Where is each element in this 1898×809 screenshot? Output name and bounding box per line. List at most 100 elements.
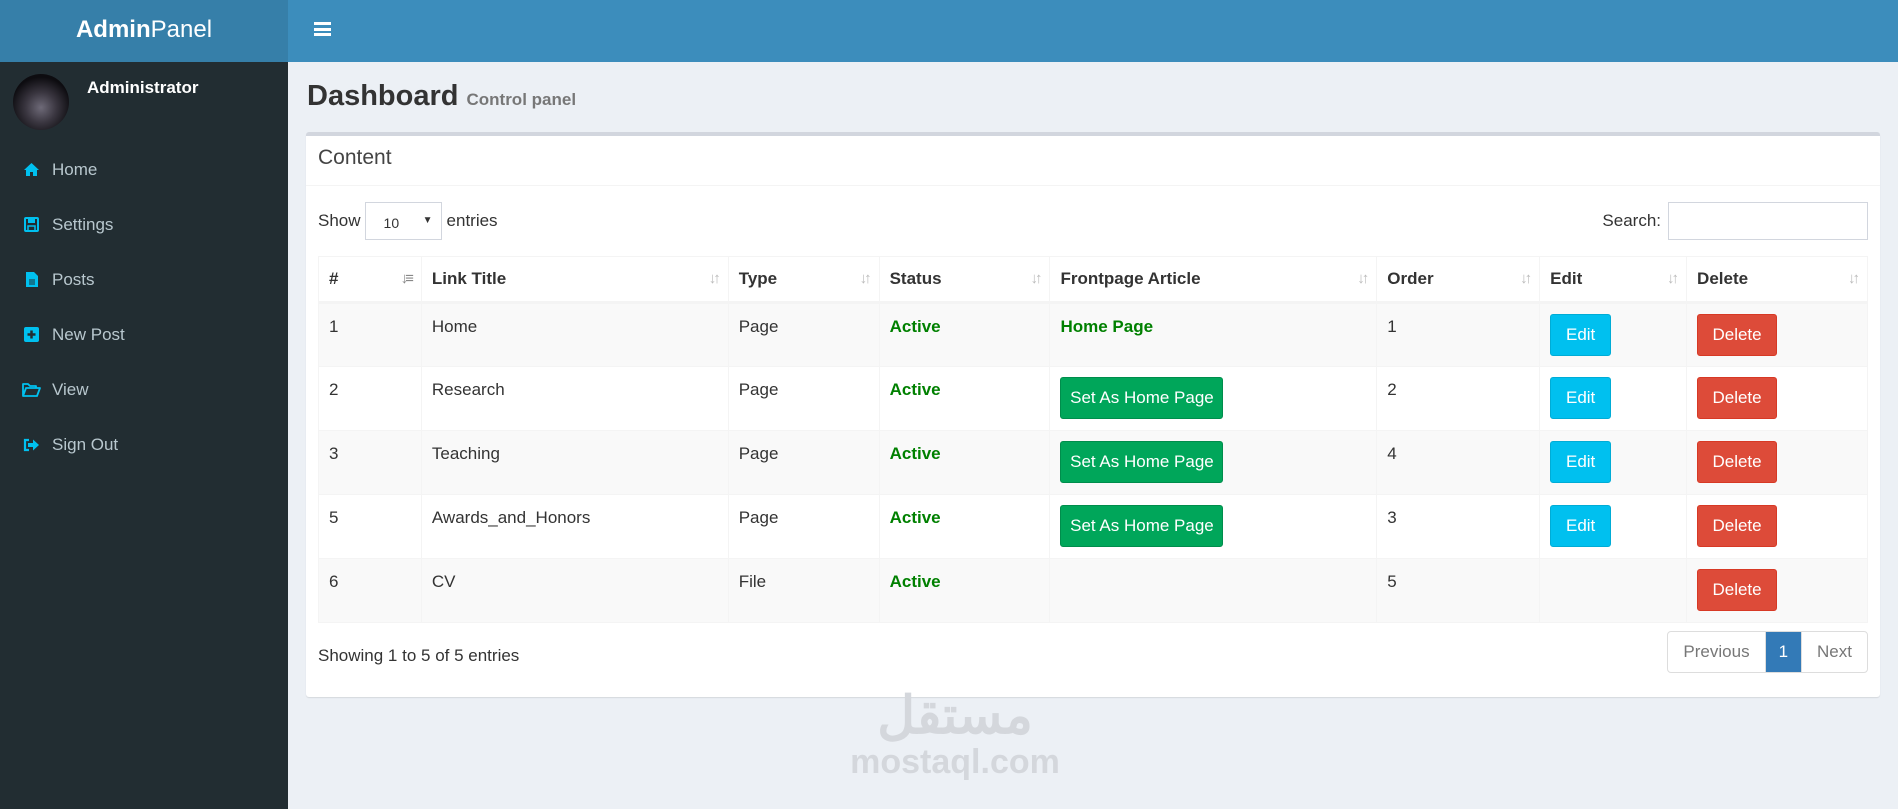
cell-order: 5 <box>1376 558 1541 623</box>
watermark-logo: مستقل mostaql.com <box>850 687 1060 781</box>
table-info: Showing 1 to 5 of 5 entries <box>318 646 520 665</box>
cell-type: Page <box>727 302 880 367</box>
page-title: Dashboard Control panel <box>307 80 577 112</box>
page-length-select[interactable]: 10 <box>364 202 442 240</box>
sidebar: Administrator Home Settings Posts New Po… <box>0 62 288 809</box>
cell-edit <box>1539 558 1688 623</box>
cell-delete: Delete <box>1686 302 1868 367</box>
cell-frontpage: Set As Home Page <box>1049 430 1378 495</box>
pagination-next[interactable]: Next <box>1801 632 1867 672</box>
cell-frontpage: Set As Home Page <box>1049 494 1378 559</box>
edit-button[interactable]: Edit <box>1550 377 1612 419</box>
cell-id: 2 <box>318 366 422 431</box>
top-navbar <box>288 0 1898 62</box>
page-length-control: Show 10 entries <box>318 202 498 240</box>
table-row: 5 Awards_and_Honors Page Active Set As H… <box>318 494 1868 559</box>
home-icon <box>22 161 41 178</box>
sidebar-item-view[interactable]: View <box>0 362 288 417</box>
sidebar-item-label: Sign Out <box>52 434 119 454</box>
cell-delete: Delete <box>1686 558 1868 623</box>
sidebar-item-label: Posts <box>52 269 95 289</box>
cell-status: Active <box>878 430 1051 495</box>
main-content: DashboardControl panel Content Show 10 e… <box>288 62 1898 809</box>
sort-icon: ↓↑ <box>1357 270 1369 287</box>
table-row: 1 Home Page Active Home Page 1 Edit Dele… <box>318 302 1868 367</box>
delete-button[interactable]: Delete <box>1697 314 1778 356</box>
cell-link-title: Research <box>420 366 729 431</box>
cell-id: 5 <box>318 494 422 559</box>
content-box: Content Show 10 entries Search: #↓≡ Link… <box>306 132 1880 697</box>
cell-edit: Edit <box>1539 494 1688 559</box>
home-page-label: Home Page <box>1060 317 1154 336</box>
cell-id: 3 <box>318 430 422 495</box>
sidebar-item-sign-out[interactable]: Sign Out <box>0 417 288 472</box>
column-header-edit[interactable]: Edit ↓↑ <box>1539 256 1688 304</box>
sort-icon: ↓↑ <box>1667 270 1679 287</box>
delete-button[interactable]: Delete <box>1697 441 1778 483</box>
cell-frontpage: Set As Home Page <box>1049 366 1378 431</box>
pagination: Previous 1 Next <box>1667 631 1868 673</box>
plus-square-icon <box>22 326 41 343</box>
column-header-id[interactable]: # ↓≡ <box>318 256 422 304</box>
sort-icon: ↓↑ <box>1520 270 1532 287</box>
sort-ascending-icon: ↓≡ <box>400 270 414 287</box>
cell-delete: Delete <box>1686 366 1868 431</box>
delete-button[interactable]: Delete <box>1697 569 1778 611</box>
cell-type: Page <box>727 366 880 431</box>
cell-delete: Delete <box>1686 430 1868 495</box>
user-panel: Administrator <box>0 62 288 132</box>
set-as-home-page-button[interactable]: Set As Home Page <box>1060 441 1224 483</box>
cell-status: Active <box>878 558 1051 623</box>
column-header-delete[interactable]: Delete ↓↑ <box>1686 256 1868 304</box>
delete-button[interactable]: Delete <box>1697 505 1778 547</box>
app-logo[interactable]: AdminPanel <box>0 0 288 62</box>
delete-button[interactable]: Delete <box>1697 377 1778 419</box>
sidebar-item-settings[interactable]: Settings <box>0 197 288 252</box>
edit-button[interactable]: Edit <box>1550 314 1612 356</box>
user-name: Administrator <box>87 78 199 97</box>
sidebar-menu: Home Settings Posts New Post View Sign O… <box>0 142 288 472</box>
column-header-link-title[interactable]: Link Title ↓↑ <box>420 256 729 304</box>
sort-icon: ↓↑ <box>1030 270 1042 287</box>
edit-button[interactable]: Edit <box>1550 505 1612 547</box>
set-as-home-page-button[interactable]: Set As Home Page <box>1060 505 1224 547</box>
cell-id: 6 <box>318 558 422 623</box>
floppy-disk-icon <box>22 216 41 233</box>
column-header-frontpage-article[interactable]: Frontpage Article ↓↑ <box>1049 256 1378 304</box>
pagination-previous[interactable]: Previous <box>1668 632 1766 672</box>
cell-edit: Edit <box>1539 430 1688 495</box>
sort-icon: ↓↑ <box>1848 270 1860 287</box>
cell-id: 1 <box>318 302 422 367</box>
cell-link-title: CV <box>420 558 729 623</box>
sidebar-item-label: Home <box>52 159 98 179</box>
cell-order: 3 <box>1376 494 1541 559</box>
search-input[interactable] <box>1668 202 1868 240</box>
cell-type: Page <box>727 494 880 559</box>
cell-frontpage: Home Page <box>1049 302 1378 367</box>
sidebar-item-new-post[interactable]: New Post <box>0 307 288 362</box>
cell-type: Page <box>727 430 880 495</box>
cell-frontpage <box>1049 558 1378 623</box>
cell-order: 4 <box>1376 430 1541 495</box>
search-control: Search: <box>1602 202 1868 240</box>
cell-edit: Edit <box>1539 366 1688 431</box>
column-header-status[interactable]: Status ↓↑ <box>878 256 1051 304</box>
sidebar-item-posts[interactable]: Posts <box>0 252 288 307</box>
pagination-page-1[interactable]: 1 <box>1765 632 1802 672</box>
table-row: 2 Research Page Active Set As Home Page … <box>318 366 1868 431</box>
cell-order: 1 <box>1376 302 1541 367</box>
cell-status: Active <box>878 494 1051 559</box>
cell-edit: Edit <box>1539 302 1688 367</box>
avatar <box>13 74 69 130</box>
search-label: Search: <box>1602 211 1661 230</box>
set-as-home-page-button[interactable]: Set As Home Page <box>1060 377 1224 419</box>
column-header-order[interactable]: Order ↓↑ <box>1376 256 1541 304</box>
box-title: Content <box>306 136 1880 186</box>
table-controls: Show 10 entries Search: <box>318 202 1868 240</box>
folder-open-icon <box>22 381 41 398</box>
sidebar-toggle-menu-icon[interactable] <box>314 22 331 36</box>
sidebar-item-home[interactable]: Home <box>0 142 288 197</box>
edit-button[interactable]: Edit <box>1550 441 1612 483</box>
sort-icon: ↓↑ <box>708 270 721 287</box>
column-header-type[interactable]: Type ↓↑ <box>727 256 880 304</box>
